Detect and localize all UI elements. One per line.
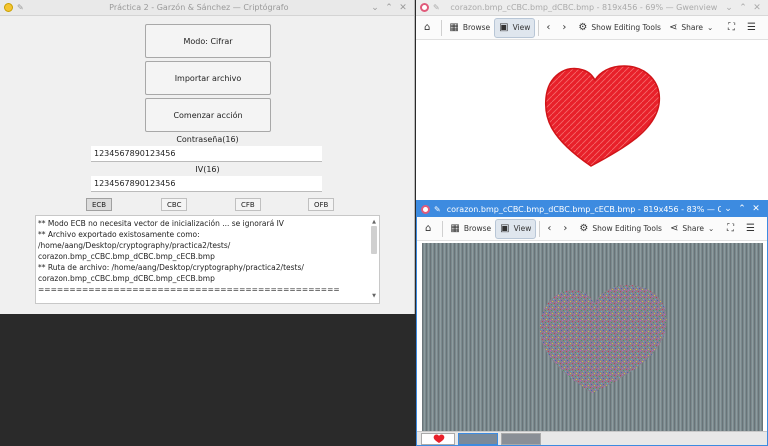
cryptographer-window: ✎ Práctica 2 - Garzón & Sánchez — Criptó… bbox=[0, 0, 415, 314]
menu-button[interactable]: ☰ bbox=[742, 219, 763, 239]
mode-cbc-option[interactable]: CBC bbox=[161, 198, 188, 211]
hamburger-menu-icon: ☰ bbox=[746, 223, 755, 234]
close-icon[interactable]: ✕ bbox=[749, 204, 763, 214]
log-line: corazon.bmp_cCBC.bmp_dCBC.bmp_cECB.bmp bbox=[38, 252, 215, 261]
home-icon: ⌂ bbox=[425, 223, 432, 234]
log-line: ** Archivo exportado existosamente como: bbox=[38, 230, 200, 239]
maximize-icon[interactable]: ⌃ bbox=[735, 204, 749, 214]
image-icon: ▣ bbox=[500, 223, 510, 234]
gwenview-window-encrypted: ✎ corazon.bmp_cCBC.bmp_dCBC.bmp_cECB.bmp… bbox=[416, 200, 768, 446]
log-line: ** Ruta de archivo: /home/aang/Desktop/c… bbox=[38, 263, 304, 272]
toolbar: ⌂ ▦ Browse ▣ View ‹ › ⚙ Show Editing Tools … bbox=[416, 16, 768, 40]
image-icon: ▣ bbox=[499, 22, 509, 33]
iv-label: IV(16) bbox=[195, 165, 220, 174]
minimize-icon[interactable]: ⌄ bbox=[368, 3, 382, 13]
pin-icon[interactable]: ✎ bbox=[17, 3, 24, 12]
pin-icon[interactable]: ✎ bbox=[433, 3, 440, 12]
sliders-icon: ⚙ bbox=[578, 22, 588, 33]
fullscreen-button[interactable]: ⛶ bbox=[723, 219, 742, 239]
share-button[interactable]: ⋖ Share ⌄ bbox=[665, 18, 717, 38]
chevron-down-icon: ⌄ bbox=[708, 224, 715, 233]
share-button[interactable]: ⋖ Share ⌄ bbox=[666, 219, 718, 239]
chevron-right-icon: › bbox=[563, 223, 568, 234]
scroll-down-icon[interactable]: ▼ bbox=[370, 291, 378, 302]
log-line: ** Modo ECB no necesita vector de inicia… bbox=[38, 219, 284, 228]
gwenview-app-icon bbox=[420, 3, 429, 12]
mode-ofb-option[interactable]: OFB bbox=[308, 198, 335, 211]
minimize-icon[interactable]: ⌄ bbox=[722, 3, 736, 13]
gwenview-window-original: ✎ corazon.bmp_cCBC.bmp_dCBC.bmp - 819x45… bbox=[416, 0, 768, 200]
chevron-down-icon: ⌄ bbox=[707, 23, 714, 32]
fullscreen-icon: ⛶ bbox=[728, 22, 736, 33]
view-button[interactable]: ▣ View bbox=[494, 17, 536, 38]
hamburger-menu-icon: ☰ bbox=[747, 22, 756, 33]
log-line: /home/aang/Desktop/cryptography/practica… bbox=[38, 241, 231, 250]
heart-thumbnail bbox=[433, 434, 445, 443]
menu-button[interactable]: ☰ bbox=[743, 18, 764, 38]
window-title: corazon.bmp_cCBC.bmp_dCBC.bmp - 819x456 … bbox=[450, 3, 718, 12]
titlebar[interactable]: ✎ corazon.bmp_cCBC.bmp_dCBC.bmp_cECB.bmp… bbox=[417, 201, 767, 217]
close-icon[interactable]: ✕ bbox=[396, 3, 410, 13]
thumbnail-encrypted[interactable] bbox=[501, 433, 541, 445]
grid-icon: ▦ bbox=[450, 223, 460, 234]
editing-tools-button[interactable]: ⚙ Show Editing Tools bbox=[575, 219, 666, 239]
start-action-button[interactable]: Comenzar acción bbox=[145, 98, 271, 132]
close-icon[interactable]: ✕ bbox=[750, 3, 764, 13]
thumbnail-encrypted-selected[interactable] bbox=[458, 433, 498, 445]
chevron-left-icon: ‹ bbox=[546, 22, 551, 33]
heart-image bbox=[544, 65, 661, 167]
fullscreen-icon: ⛶ bbox=[727, 223, 735, 234]
log-line: corazon.bmp_cCBC.bmp_dCBC.bmp_cECB.bmp bbox=[38, 274, 215, 283]
scroll-thumb[interactable] bbox=[371, 226, 377, 254]
share-icon: ⋖ bbox=[669, 223, 679, 234]
app-icon bbox=[4, 3, 13, 12]
gwenview-app-icon bbox=[421, 204, 430, 214]
titlebar[interactable]: ✎ corazon.bmp_cCBC.bmp_dCBC.bmp - 819x45… bbox=[416, 0, 768, 16]
toolbar: ⌂ ▦ Browse ▣ View ‹ › ⚙ Show Editing Tools … bbox=[417, 217, 767, 241]
maximize-icon[interactable]: ⌃ bbox=[382, 3, 396, 13]
mode-button[interactable]: Modo: Cifrar bbox=[145, 24, 271, 58]
view-button[interactable]: ▣ View bbox=[495, 218, 537, 239]
mode-cfb-option[interactable]: CFB bbox=[235, 198, 261, 211]
password-input[interactable]: 1234567890123456 bbox=[91, 146, 322, 162]
home-button[interactable]: ⌂ bbox=[421, 219, 439, 239]
image-view[interactable] bbox=[422, 243, 763, 431]
thumbnail-original[interactable] bbox=[421, 433, 455, 445]
share-icon: ⋖ bbox=[668, 22, 678, 33]
forward-button[interactable]: › bbox=[559, 219, 575, 239]
home-icon: ⌂ bbox=[424, 22, 431, 33]
browse-button[interactable]: ▦ Browse bbox=[446, 219, 495, 239]
browse-button[interactable]: ▦ Browse bbox=[445, 18, 494, 38]
iv-input[interactable]: 1234567890123456 bbox=[91, 176, 322, 192]
maximize-icon[interactable]: ⌃ bbox=[736, 3, 750, 13]
titlebar[interactable]: ✎ Práctica 2 - Garzón & Sánchez — Criptó… bbox=[0, 0, 414, 16]
image-view[interactable] bbox=[450, 42, 733, 184]
editing-tools-button[interactable]: ⚙ Show Editing Tools bbox=[574, 18, 665, 38]
output-log[interactable]: ** Modo ECB no necesita vector de inicia… bbox=[35, 215, 380, 304]
mode-ecb-option[interactable]: ECB bbox=[86, 198, 113, 211]
password-label: Contraseña(16) bbox=[176, 135, 239, 144]
thumbnail-bar bbox=[417, 431, 767, 445]
chevron-right-icon: › bbox=[562, 22, 567, 33]
import-file-button[interactable]: Importar archivo bbox=[145, 61, 271, 95]
home-button[interactable]: ⌂ bbox=[420, 18, 438, 38]
chevron-left-icon: ‹ bbox=[547, 223, 552, 234]
window-title: corazon.bmp_cCBC.bmp_dCBC.bmp_cECB.bmp -… bbox=[446, 204, 721, 214]
back-button[interactable]: ‹ bbox=[542, 18, 558, 38]
forward-button[interactable]: › bbox=[558, 18, 574, 38]
minimize-icon[interactable]: ⌄ bbox=[721, 204, 735, 214]
log-line: ========================================… bbox=[38, 285, 340, 294]
grid-icon: ▦ bbox=[449, 22, 459, 33]
fullscreen-button[interactable]: ⛶ bbox=[724, 18, 743, 38]
pin-icon[interactable]: ✎ bbox=[434, 205, 441, 214]
window-title: Práctica 2 - Garzón & Sánchez — Criptógr… bbox=[109, 3, 289, 12]
sliders-icon: ⚙ bbox=[579, 223, 589, 234]
log-scrollbar[interactable]: ▲ ▼ bbox=[370, 217, 378, 302]
back-button[interactable]: ‹ bbox=[543, 219, 559, 239]
encrypted-heart-image bbox=[422, 243, 763, 431]
